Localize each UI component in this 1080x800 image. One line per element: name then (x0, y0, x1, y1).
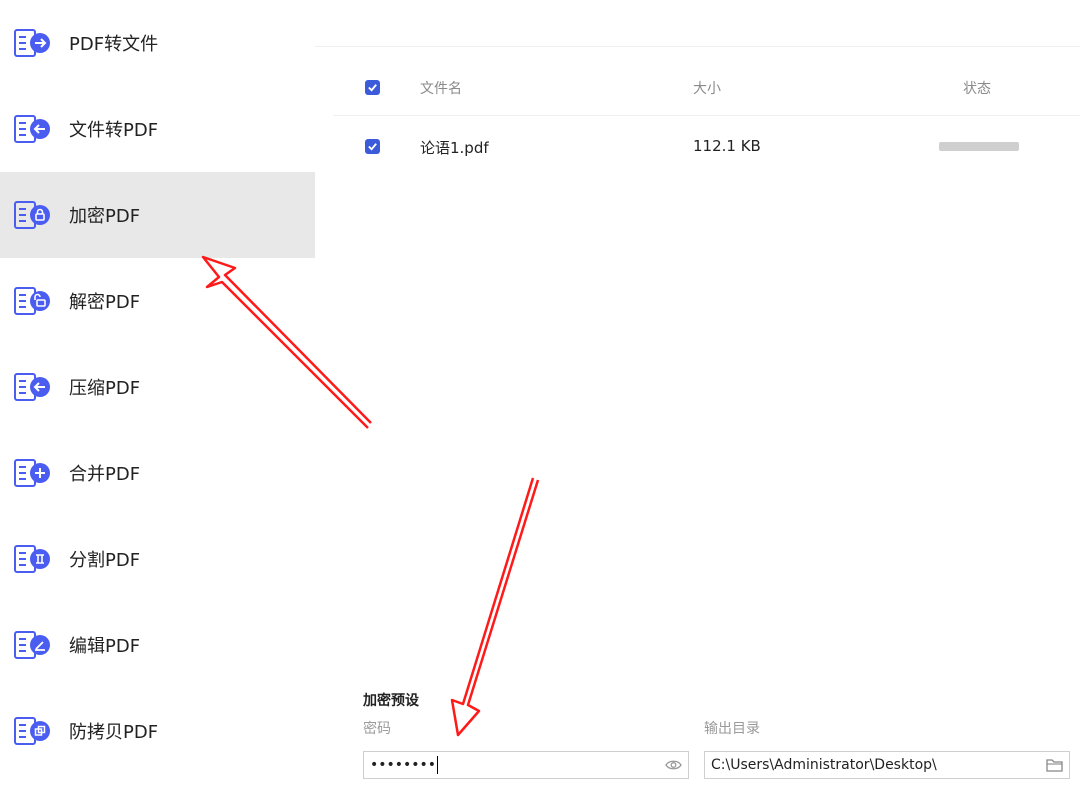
merge-icon (14, 459, 50, 487)
sidebar-item-merge-pdf[interactable]: 合并PDF (0, 430, 315, 516)
copy-protect-icon (14, 717, 50, 745)
sidebar-item-file-to-pdf[interactable]: 文件转PDF (0, 86, 315, 172)
sidebar-item-label: 加密PDF (69, 206, 141, 227)
settings-title: 加密预设 (363, 693, 419, 709)
pdf-to-file-icon (14, 29, 50, 57)
file-size: 112.1 KB (693, 137, 761, 155)
split-icon (14, 545, 50, 573)
sidebar-item-label: 解密PDF (69, 292, 141, 313)
sidebar-item-label: 文件转PDF (69, 120, 159, 141)
checkmark-icon (368, 143, 377, 151)
sidebar-item-label: 防拷贝PDF (69, 722, 159, 743)
edit-icon (14, 631, 50, 659)
sidebar-item-pdf-to-file[interactable]: PDF转文件 (0, 0, 315, 86)
eye-icon[interactable] (665, 758, 682, 772)
password-input[interactable]: •••••••• (363, 751, 689, 779)
sidebar-item-label: PDF转文件 (69, 34, 159, 55)
select-all-checkbox[interactable] (365, 80, 380, 95)
sidebar-item-decrypt-pdf[interactable]: 解密PDF (0, 258, 315, 344)
column-header-size[interactable]: 大小 (693, 78, 721, 98)
main-panel: 文件名 大小 状态 论语1.pdf 112.1 KB 加密预设 密码 输出目录 … (315, 0, 1080, 800)
folder-icon[interactable] (1046, 758, 1063, 772)
sidebar-item-label: 编辑PDF (69, 636, 141, 657)
column-header-status[interactable]: 状态 (963, 78, 991, 98)
sidebar-item-label: 压缩PDF (69, 378, 141, 399)
unlock-icon (14, 287, 50, 315)
sidebar-item-encrypt-pdf[interactable]: 加密PDF (0, 172, 315, 258)
sidebar-item-edit-pdf[interactable]: 编辑PDF (0, 602, 315, 688)
file-to-pdf-icon (14, 115, 50, 143)
status-progress-bar (939, 142, 1019, 151)
checkmark-icon (368, 84, 377, 92)
text-caret (437, 756, 439, 774)
sidebar-item-copy-protect-pdf[interactable]: 防拷贝PDF (0, 688, 315, 774)
sidebar: PDF转文件 文件转PDF 加密PDF 解密PDF 压缩PDF 合并PDF 分割… (0, 0, 315, 800)
top-bar (315, 0, 1080, 47)
output-dir-label: 输出目录 (704, 721, 760, 737)
compress-icon (14, 373, 50, 401)
output-dir-input[interactable]: C:\Users\Administrator\Desktop\ (704, 751, 1070, 779)
sidebar-item-label: 合并PDF (69, 464, 141, 485)
lock-icon (14, 201, 50, 229)
password-label: 密码 (363, 721, 391, 737)
header-divider (333, 115, 1080, 116)
column-header-name[interactable]: 文件名 (420, 78, 462, 98)
row-checkbox[interactable] (365, 139, 380, 154)
sidebar-item-split-pdf[interactable]: 分割PDF (0, 516, 315, 602)
output-dir-value: C:\Users\Administrator\Desktop\ (711, 757, 937, 773)
sidebar-item-compress-pdf[interactable]: 压缩PDF (0, 344, 315, 430)
password-value: •••••••• (370, 757, 437, 773)
file-name: 论语1.pdf (420, 139, 489, 157)
sidebar-item-label: 分割PDF (69, 550, 141, 571)
